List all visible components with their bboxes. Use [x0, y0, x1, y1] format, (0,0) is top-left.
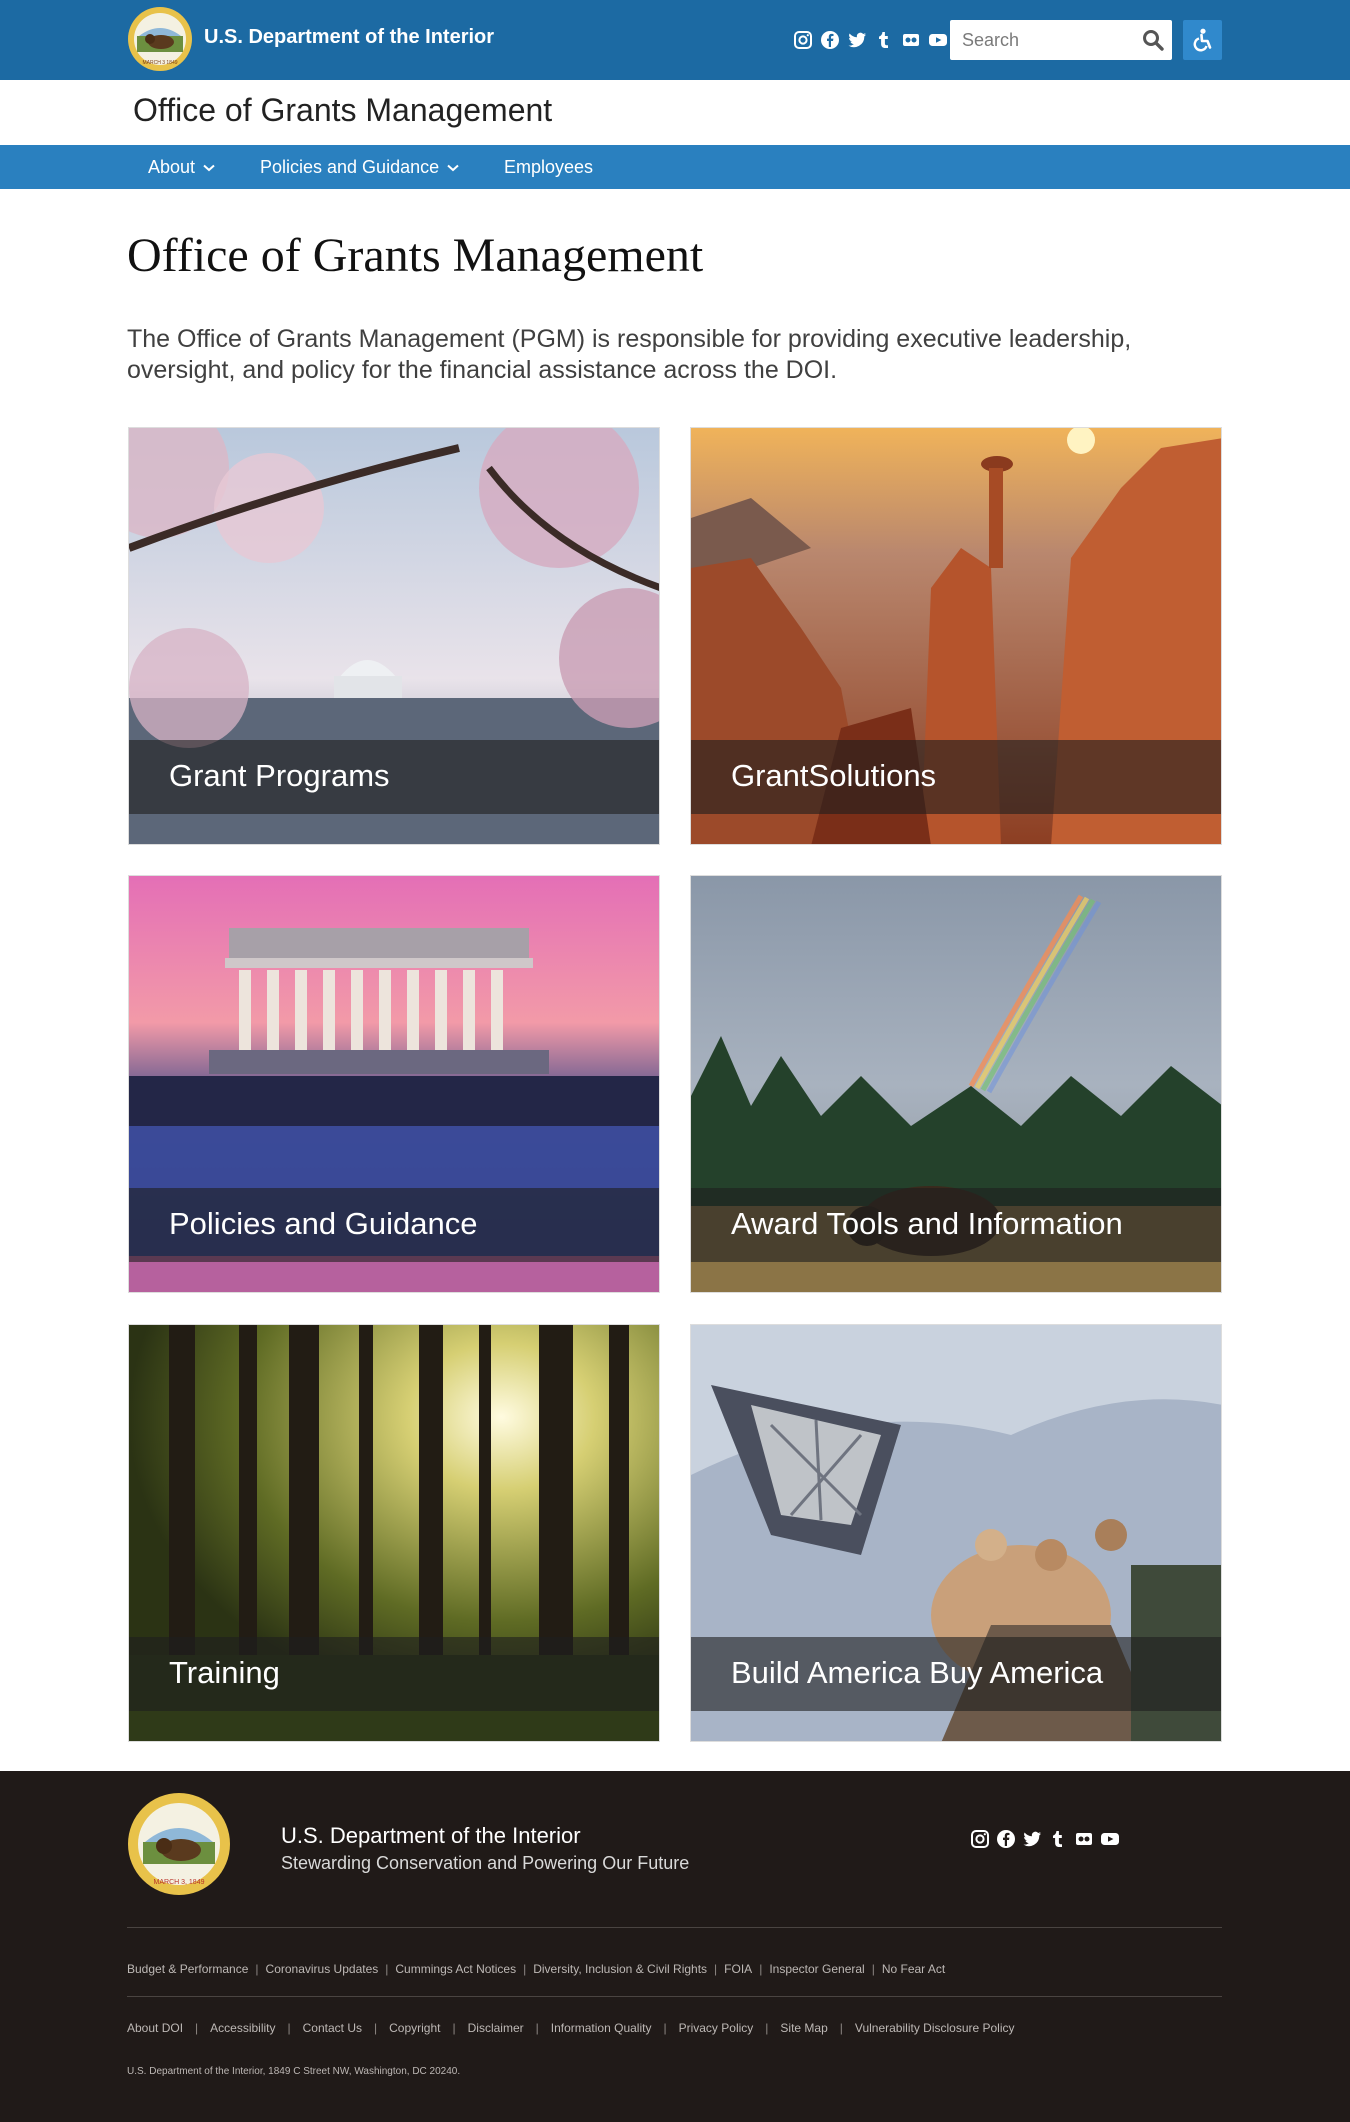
accessibility-icon [1193, 28, 1212, 52]
footer-link-privacy-policy[interactable]: Privacy Policy [679, 2021, 754, 2035]
footer-link-disclaimer[interactable]: Disclaimer [468, 2021, 524, 2035]
nav-item-label: About [148, 157, 196, 177]
card-grant-programs[interactable]: Grant Programs [128, 427, 660, 845]
footer-link-about-doi[interactable]: About DOI [127, 2021, 183, 2035]
chevron-down-icon [447, 165, 459, 172]
link-separator: | [663, 2021, 667, 2035]
search-box [950, 20, 1172, 60]
card-label: Training [169, 1655, 280, 1690]
footer-link-copyright[interactable]: Copyright [389, 2021, 440, 2035]
nav-item-employees[interactable]: Employees [504, 145, 593, 189]
intro-paragraph: The Office of Grants Management (PGM) is… [127, 325, 1132, 384]
card-label: Award Tools and Information [731, 1206, 1123, 1241]
page-heading: Office of Grants Management [127, 229, 704, 282]
link-separator: | [871, 1962, 875, 1976]
footer-links-primary: Budget & Performance | Coronavirus Update… [127, 1962, 945, 1976]
youtube-icon[interactable] [1100, 1829, 1120, 1849]
link-separator: | [195, 2021, 199, 2035]
nav-item-label: Policies and Guidance [260, 157, 440, 177]
tumblr-icon[interactable] [1048, 1829, 1068, 1849]
social-links-footer [970, 1829, 1120, 1849]
link-separator: | [535, 2021, 539, 2035]
nav-item-about[interactable]: About [148, 145, 215, 189]
card-policies-and-guidance[interactable]: Policies and Guidance [128, 875, 660, 1293]
footer-tagline: Stewarding Conservation and Powering Our… [281, 1853, 690, 1873]
link-separator: | [255, 1962, 259, 1976]
card-grantsolutions[interactable]: GrantSolutions [690, 427, 1222, 845]
card-build-america-buy-america[interactable]: Build America Buy America [690, 1324, 1222, 1742]
link-separator: | [839, 2021, 843, 2035]
svg-text:MARCH 3 1849: MARCH 3 1849 [142, 60, 177, 66]
link-separator: | [765, 2021, 769, 2035]
card-label: GrantSolutions [731, 758, 937, 793]
flickr-icon[interactable] [1074, 1829, 1094, 1849]
nav-item-policies-and-guidance[interactable]: Policies and Guidance [260, 145, 459, 189]
footer-link-foia[interactable]: FOIA [724, 1962, 752, 1976]
link-separator: | [523, 1962, 527, 1976]
agency-name[interactable]: U.S. Department of the Interior [204, 26, 494, 49]
footer-link-contact-us[interactable]: Contact Us [303, 2021, 362, 2035]
footer-link-accessibility[interactable]: Accessibility [210, 2021, 275, 2035]
instagram-icon[interactable] [970, 1829, 990, 1849]
card-label: Build America Buy America [731, 1655, 1104, 1690]
instagram-icon[interactable] [793, 30, 813, 50]
footer-link-inspector-general[interactable]: Inspector General [769, 1962, 864, 1976]
twitter-icon[interactable] [847, 30, 867, 50]
link-separator: | [759, 1962, 763, 1976]
footer-link-information-quality[interactable]: Information Quality [551, 2021, 652, 2035]
social-links-header [793, 30, 948, 50]
facebook-icon[interactable] [820, 30, 840, 50]
link-separator: | [452, 2021, 456, 2035]
tumblr-icon[interactable] [874, 30, 894, 50]
footer-links-secondary: About DOI | Accessibility | Contact Us | Co… [127, 2021, 1015, 2035]
footer-link-vulnerability-disclosure[interactable]: Vulnerability Disclosure Policy [855, 2021, 1015, 2035]
card-label: Policies and Guidance [169, 1206, 478, 1241]
card-training[interactable]: Training [128, 1324, 660, 1742]
accessibility-button[interactable] [1183, 20, 1222, 60]
footer-divider [127, 1927, 1222, 1928]
main-nav: About Policies and Guidance Employees [0, 145, 1350, 189]
card-label: Grant Programs [169, 758, 390, 793]
flickr-icon[interactable] [901, 30, 921, 50]
footer-link-no-fear-act[interactable]: No Fear Act [882, 1962, 945, 1976]
link-separator: | [287, 2021, 291, 2035]
link-separator: | [385, 1962, 389, 1976]
chevron-down-icon [203, 165, 215, 172]
facebook-icon[interactable] [996, 1829, 1016, 1849]
footer-link-budget-performance[interactable]: Budget & Performance [127, 1962, 248, 1976]
site-title[interactable]: Office of Grants Management [133, 92, 552, 129]
footer-link-coronavirus-updates[interactable]: Coronavirus Updates [266, 1962, 379, 1976]
youtube-icon[interactable] [928, 30, 948, 50]
footer-agency-name: U.S. Department of the Interior [281, 1823, 581, 1848]
footer-link-site-map[interactable]: Site Map [780, 2021, 827, 2035]
footer-link-diversity-inclusion[interactable]: Diversity, Inclusion & Civil Rights [533, 1962, 707, 1976]
footer-link-cummings-act-notices[interactable]: Cummings Act Notices [395, 1962, 516, 1976]
doi-seal-icon[interactable]: MARCH 3, 1849 [127, 1792, 231, 1896]
link-separator: | [374, 2021, 378, 2035]
search-input[interactable] [950, 20, 1130, 60]
link-separator: | [714, 1962, 718, 1976]
doi-seal-icon[interactable]: MARCH 3 1849 [127, 6, 193, 72]
search-icon[interactable] [1142, 29, 1164, 51]
footer-address: U.S. Department of the Interior, 1849 C … [127, 2066, 461, 2077]
nav-item-label: Employees [504, 157, 594, 177]
card-award-tools-and-information[interactable]: Award Tools and Information [690, 875, 1222, 1293]
footer-divider [127, 1996, 1222, 1997]
twitter-icon[interactable] [1022, 1829, 1042, 1849]
svg-text:MARCH 3, 1849: MARCH 3, 1849 [154, 1879, 205, 1886]
